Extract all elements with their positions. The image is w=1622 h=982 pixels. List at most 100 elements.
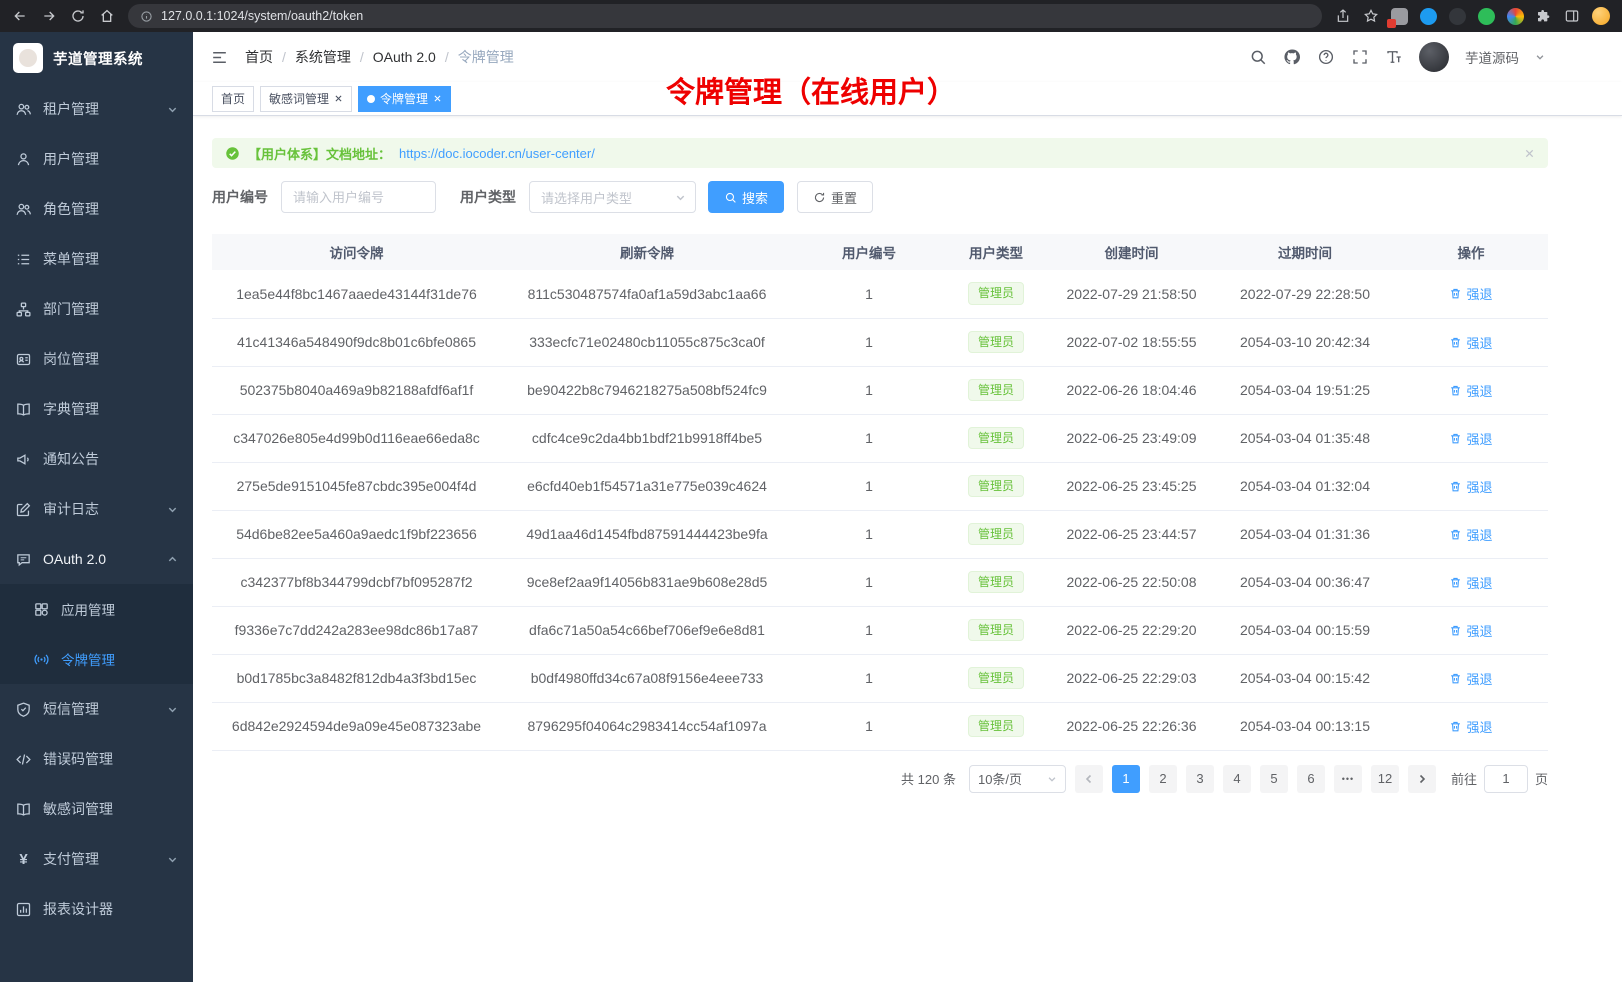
github-icon[interactable] bbox=[1283, 48, 1301, 66]
user-type-tag: 管理员 bbox=[968, 667, 1024, 690]
help-icon[interactable] bbox=[1317, 48, 1335, 66]
chevron-down-icon[interactable] bbox=[1535, 52, 1545, 62]
page-button-12[interactable]: 12 bbox=[1371, 765, 1399, 793]
extension-green-icon[interactable] bbox=[1478, 8, 1495, 25]
extension-dark-icon[interactable] bbox=[1449, 8, 1466, 25]
user-name[interactable]: 芋道源码 bbox=[1465, 47, 1519, 67]
breadcrumb-system[interactable]: 系统管理 bbox=[295, 47, 351, 67]
create-time-cell: 2022-06-25 23:49:09 bbox=[1047, 414, 1216, 462]
browser-profile-avatar[interactable] bbox=[1592, 7, 1610, 25]
app-logo[interactable]: 芋道管理系统 bbox=[0, 32, 193, 84]
sidebar-item-report-designer[interactable]: 报表设计器 bbox=[0, 884, 193, 934]
force-logout-button[interactable]: 强退 bbox=[1449, 284, 1492, 303]
user-type-cell: 管理员 bbox=[945, 270, 1047, 318]
side-panel-icon[interactable] bbox=[1564, 8, 1580, 24]
tab-home[interactable]: 首页 bbox=[212, 86, 254, 112]
red-annotation-text: 令牌管理（在线用户） bbox=[666, 69, 956, 111]
chevron-down-icon bbox=[1047, 774, 1057, 784]
tab-label: 首页 bbox=[221, 90, 245, 107]
breadcrumb-oauth2[interactable]: OAuth 2.0 bbox=[373, 49, 436, 65]
pagination-ellipsis[interactable]: ••• bbox=[1334, 765, 1362, 793]
home-icon[interactable] bbox=[99, 8, 115, 24]
next-page-button[interactable] bbox=[1408, 765, 1436, 793]
breadcrumb-home[interactable]: 首页 bbox=[245, 47, 273, 67]
page-button-3[interactable]: 3 bbox=[1186, 765, 1214, 793]
url-text: 127.0.0.1:1024/system/oauth2/token bbox=[161, 9, 363, 23]
breadcrumb-separator bbox=[445, 49, 449, 65]
create-time-cell: 2022-06-25 23:45:25 bbox=[1047, 462, 1216, 510]
sidebar-item-audit-log[interactable]: 审计日志 bbox=[0, 484, 193, 534]
force-logout-button[interactable]: 强退 bbox=[1449, 525, 1492, 544]
share-icon[interactable] bbox=[1335, 8, 1351, 24]
access-token-cell: 502375b8040a469a9b82188afdf6af1f bbox=[212, 366, 501, 414]
chevron-down-icon bbox=[675, 192, 686, 203]
tab-token[interactable]: 令牌管理 bbox=[358, 86, 451, 112]
page-button-5[interactable]: 5 bbox=[1260, 765, 1288, 793]
extension-blue-icon[interactable] bbox=[1420, 8, 1437, 25]
page-size-select[interactable]: 10条/页 bbox=[969, 765, 1066, 793]
force-logout-button[interactable]: 强退 bbox=[1449, 429, 1492, 448]
force-logout-button[interactable]: 强退 bbox=[1449, 381, 1492, 400]
user-avatar[interactable] bbox=[1419, 42, 1449, 72]
address-bar[interactable]: 127.0.0.1:1024/system/oauth2/token bbox=[128, 4, 1322, 28]
table-row: 6d842e2924594de9a09e45e087323abe 8796295… bbox=[212, 702, 1548, 750]
reload-icon[interactable] bbox=[70, 8, 86, 24]
sidebar-item-oauth2[interactable]: OAuth 2.0 bbox=[0, 534, 193, 584]
page-button-1[interactable]: 1 bbox=[1112, 765, 1140, 793]
tab-sensitive-word[interactable]: 敏感词管理 bbox=[260, 86, 352, 112]
back-icon[interactable] bbox=[12, 8, 28, 24]
close-icon[interactable] bbox=[334, 94, 343, 103]
sidebar-item-dict[interactable]: 字典管理 bbox=[0, 384, 193, 434]
force-logout-button[interactable]: 强退 bbox=[1449, 333, 1492, 352]
search-button[interactable]: 搜索 bbox=[708, 181, 784, 213]
force-logout-button[interactable]: 强退 bbox=[1449, 621, 1492, 640]
page-button-6[interactable]: 6 bbox=[1297, 765, 1325, 793]
doc-link[interactable]: https://doc.iocoder.cn/user-center/ bbox=[399, 146, 595, 161]
site-info-icon[interactable] bbox=[140, 10, 153, 23]
sidebar-item-oauth2-app[interactable]: 应用管理 bbox=[0, 584, 193, 634]
access-token-cell: b0d1785bc3a8482f812db4a3f3bd15ec bbox=[212, 654, 501, 702]
force-logout-button[interactable]: 强退 bbox=[1449, 477, 1492, 496]
sidebar-item-error-code[interactable]: 错误码管理 bbox=[0, 734, 193, 784]
sidebar-item-user[interactable]: 用户管理 bbox=[0, 134, 193, 184]
prev-page-button[interactable] bbox=[1075, 765, 1103, 793]
sidebar-item-oauth2-token[interactable]: 令牌管理 bbox=[0, 634, 193, 684]
sidebar-item-sensitive-word[interactable]: 敏感词管理 bbox=[0, 784, 193, 834]
extension-colorful-icon[interactable] bbox=[1507, 8, 1524, 25]
bookmark-star-icon[interactable] bbox=[1363, 8, 1379, 24]
extension-badge-icon[interactable] bbox=[1391, 8, 1408, 25]
hamburger-icon[interactable] bbox=[210, 48, 229, 67]
font-size-icon[interactable] bbox=[1385, 48, 1403, 66]
sidebar-item-label: 支付管理 bbox=[43, 849, 99, 869]
sidebar-item-dept[interactable]: 部门管理 bbox=[0, 284, 193, 334]
extensions-puzzle-icon[interactable] bbox=[1536, 8, 1552, 24]
force-logout-button[interactable]: 强退 bbox=[1449, 669, 1492, 688]
page-button-4[interactable]: 4 bbox=[1223, 765, 1251, 793]
forward-icon[interactable] bbox=[41, 8, 57, 24]
user-type-select[interactable]: 请选择用户类型 bbox=[529, 181, 696, 213]
sidebar-item-role[interactable]: 角色管理 bbox=[0, 184, 193, 234]
sidebar-item-sms[interactable]: 短信管理 bbox=[0, 684, 193, 734]
create-time-cell: 2022-06-25 22:29:03 bbox=[1047, 654, 1216, 702]
reset-button-label: 重置 bbox=[831, 188, 857, 207]
app-grid-icon bbox=[33, 601, 50, 618]
sidebar-item-tenant[interactable]: 租户管理 bbox=[0, 84, 193, 134]
sidebar-item-post[interactable]: 岗位管理 bbox=[0, 334, 193, 384]
sidebar-item-menu[interactable]: 菜单管理 bbox=[0, 234, 193, 284]
user-type-cell: 管理员 bbox=[945, 510, 1047, 558]
sidebar-item-label: 用户管理 bbox=[43, 149, 99, 169]
force-logout-button[interactable]: 强退 bbox=[1449, 717, 1492, 736]
fullscreen-icon[interactable] bbox=[1351, 48, 1369, 66]
page-button-2[interactable]: 2 bbox=[1149, 765, 1177, 793]
user-id-input[interactable] bbox=[281, 181, 436, 213]
close-icon[interactable] bbox=[1524, 148, 1535, 159]
goto-page-input[interactable] bbox=[1484, 765, 1528, 793]
yen-icon bbox=[15, 852, 32, 867]
close-icon[interactable] bbox=[433, 94, 442, 103]
sidebar-item-notice[interactable]: 通知公告 bbox=[0, 434, 193, 484]
force-logout-button[interactable]: 强退 bbox=[1449, 573, 1492, 592]
sidebar-item-pay[interactable]: 支付管理 bbox=[0, 834, 193, 884]
user-type-cell: 管理员 bbox=[945, 606, 1047, 654]
search-icon[interactable] bbox=[1249, 48, 1267, 66]
reset-button[interactable]: 重置 bbox=[797, 181, 873, 213]
